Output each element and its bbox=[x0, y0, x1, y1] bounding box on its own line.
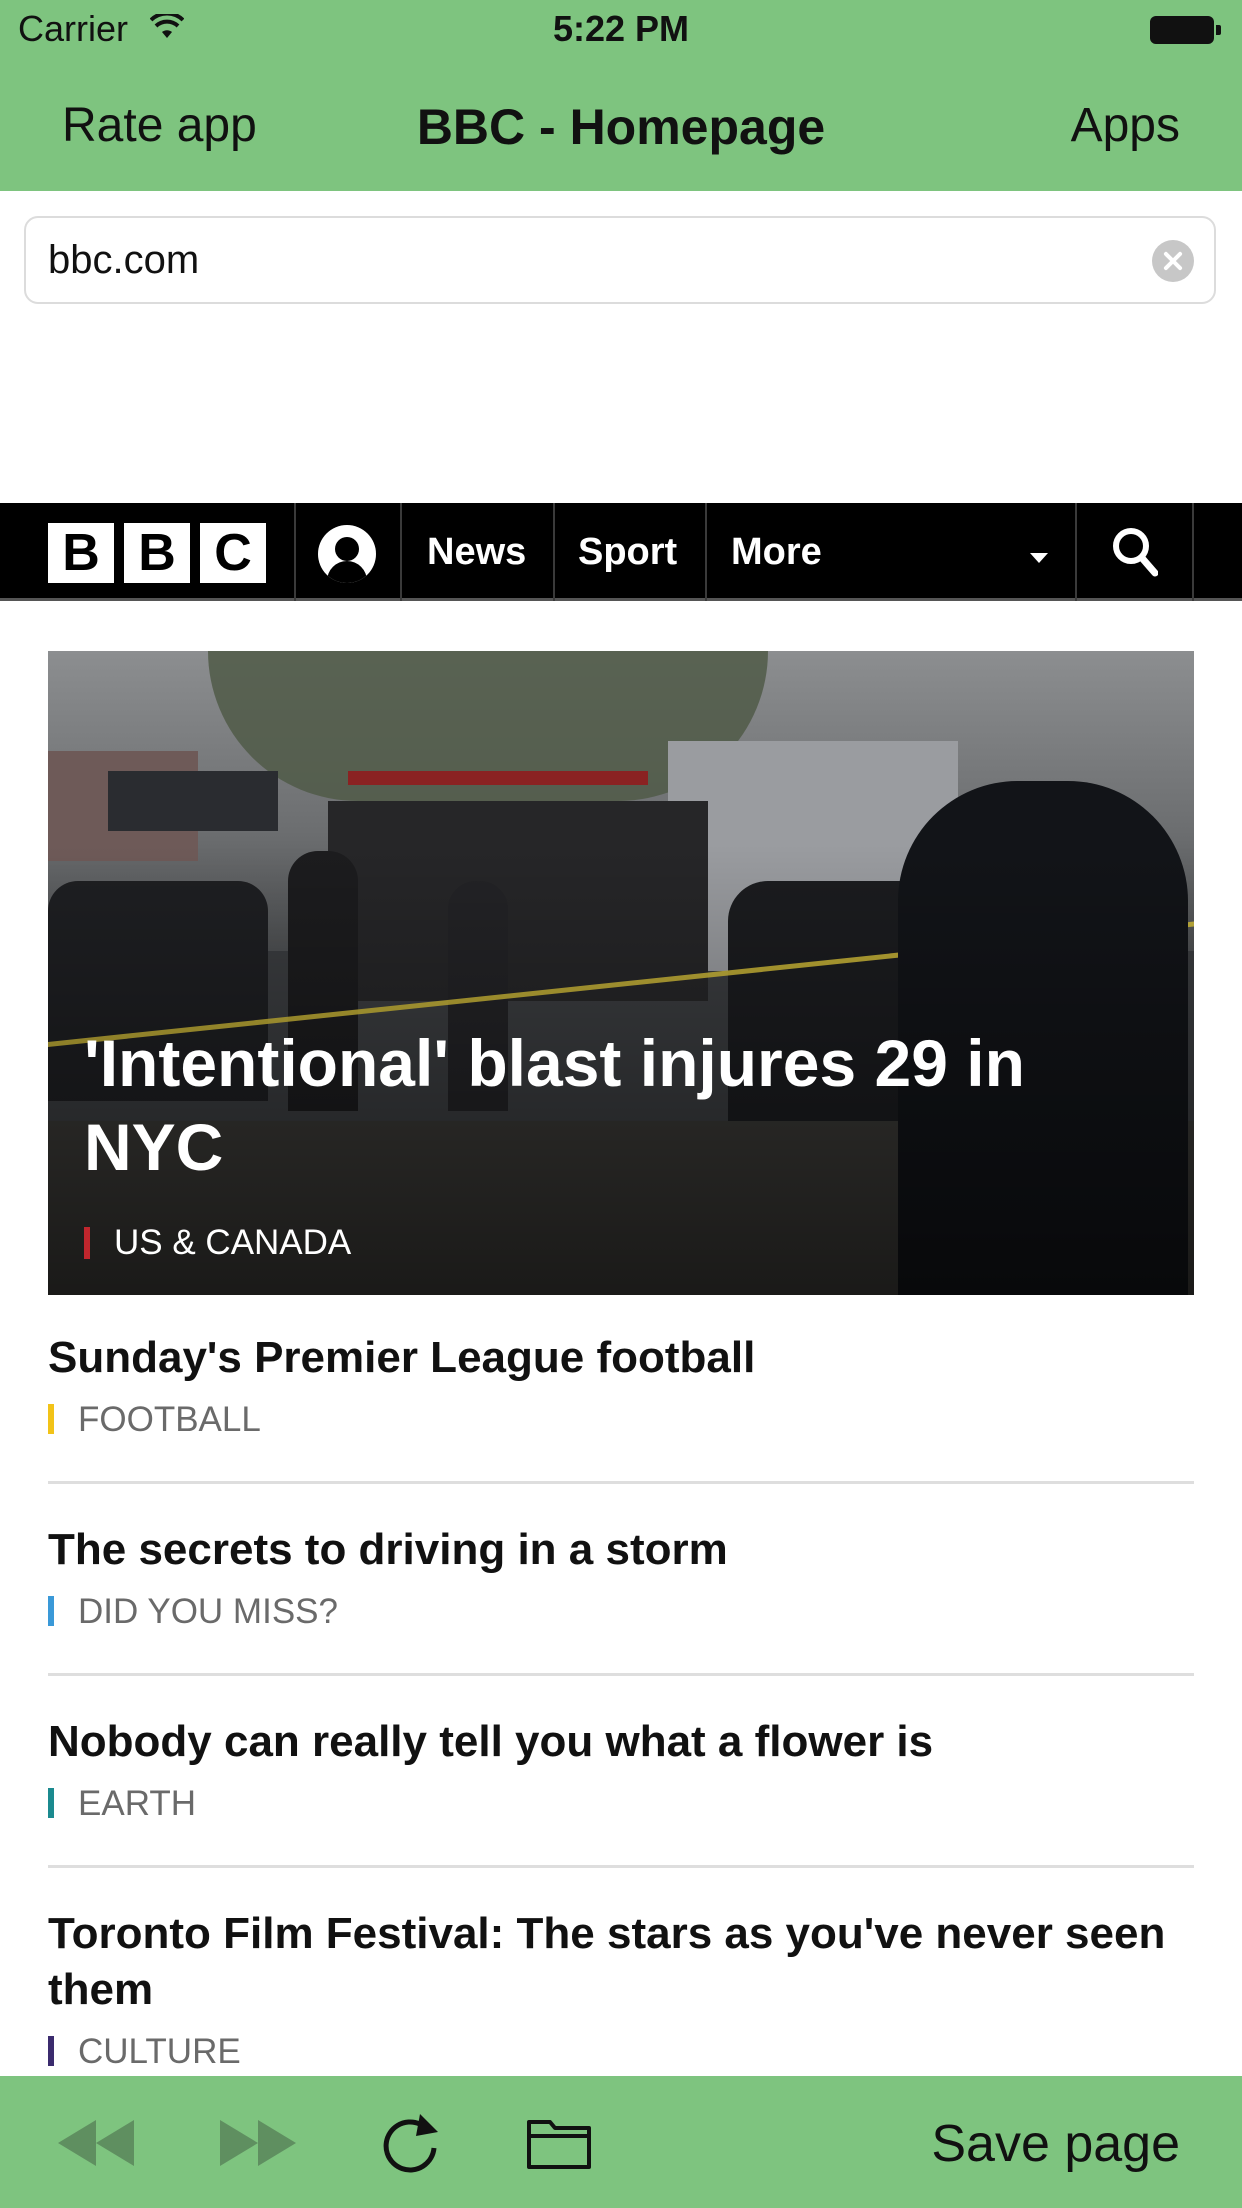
status-bar: Carrier 5:22 PM bbox=[0, 0, 1242, 62]
bottom-toolbar: Save page bbox=[0, 2076, 1242, 2208]
url-input[interactable]: bbc.com bbox=[24, 216, 1216, 304]
folder-icon[interactable] bbox=[526, 2114, 592, 2170]
story-tag-label: FOOTBALL bbox=[78, 1400, 261, 1439]
rewind-icon[interactable] bbox=[58, 2120, 134, 2166]
story-title[interactable]: The secrets to driving in a storm bbox=[48, 1522, 1194, 1578]
divider bbox=[48, 1673, 1194, 1676]
story-tag-label: EARTH bbox=[78, 1784, 196, 1823]
bbc-logo-letter: C bbox=[200, 523, 266, 583]
story-tag-label: DID YOU MISS? bbox=[78, 1592, 338, 1631]
tag-marker bbox=[48, 1404, 54, 1434]
divider bbox=[48, 1481, 1194, 1484]
divider bbox=[48, 1865, 1194, 1868]
story-tag[interactable]: FOOTBALL bbox=[48, 1400, 1194, 1440]
fast-forward-icon[interactable] bbox=[220, 2120, 296, 2166]
bbc-logo-letter: B bbox=[124, 523, 190, 583]
tag-marker bbox=[48, 1596, 54, 1626]
save-page-button[interactable]: Save page bbox=[931, 2114, 1180, 2174]
status-time: 5:22 PM bbox=[552, 8, 690, 49]
navigation-bar: Rate app BBC - Homepage Apps bbox=[0, 62, 1242, 191]
bbc-logo[interactable]: B B C bbox=[48, 523, 266, 583]
nav-sport-link[interactable]: Sport bbox=[578, 531, 677, 574]
list-item[interactable]: Sunday's Premier League football FOOTBAL… bbox=[48, 1330, 1194, 1440]
story-title[interactable]: Toronto Film Festival: The stars as you'… bbox=[48, 1906, 1194, 2018]
account-icon[interactable] bbox=[318, 525, 376, 583]
battery-icon bbox=[1150, 16, 1221, 44]
nav-more-link[interactable]: More bbox=[731, 531, 822, 574]
hero-section-tag[interactable]: US & CANADA bbox=[84, 1223, 351, 1263]
divider bbox=[1192, 503, 1194, 601]
url-input-value: bbc.com bbox=[48, 238, 200, 282]
list-item[interactable]: Nobody can really tell you what a flower… bbox=[48, 1714, 1194, 1824]
page-title: BBC - Homepage bbox=[416, 99, 826, 155]
divider bbox=[1075, 503, 1077, 601]
bbc-logo-letter: B bbox=[48, 523, 114, 583]
divider bbox=[553, 503, 555, 601]
bbc-header: B B C News Sport More bbox=[0, 503, 1242, 601]
tag-marker bbox=[48, 2036, 54, 2066]
hero-image-overlay bbox=[48, 651, 1194, 1295]
story-title[interactable]: Nobody can really tell you what a flower… bbox=[48, 1714, 1194, 1770]
apps-button[interactable]: Apps bbox=[1071, 98, 1180, 153]
divider bbox=[705, 503, 707, 601]
story-tag[interactable]: CULTURE bbox=[48, 2032, 1194, 2072]
story-tag[interactable]: DID YOU MISS? bbox=[48, 1592, 1194, 1632]
search-icon[interactable] bbox=[1112, 527, 1158, 577]
story-tag-label: CULTURE bbox=[78, 2032, 241, 2071]
hero-story[interactable]: 'Intentional' blast injures 29 in NYC US… bbox=[48, 651, 1194, 1295]
tag-marker bbox=[48, 1788, 54, 1818]
divider bbox=[294, 503, 296, 601]
list-item[interactable]: Toronto Film Festival: The stars as you'… bbox=[48, 1906, 1194, 2072]
divider bbox=[400, 503, 402, 601]
refresh-icon[interactable] bbox=[380, 2110, 442, 2176]
chevron-down-icon[interactable] bbox=[1030, 553, 1048, 563]
hero-headline[interactable]: 'Intentional' blast injures 29 in NYC bbox=[84, 1021, 1164, 1189]
story-title[interactable]: Sunday's Premier League football bbox=[48, 1330, 1194, 1386]
story-tag[interactable]: EARTH bbox=[48, 1784, 1194, 1824]
clear-icon[interactable] bbox=[1152, 240, 1194, 282]
nav-news-link[interactable]: News bbox=[427, 531, 526, 574]
list-item[interactable]: The secrets to driving in a storm DID YO… bbox=[48, 1522, 1194, 1632]
